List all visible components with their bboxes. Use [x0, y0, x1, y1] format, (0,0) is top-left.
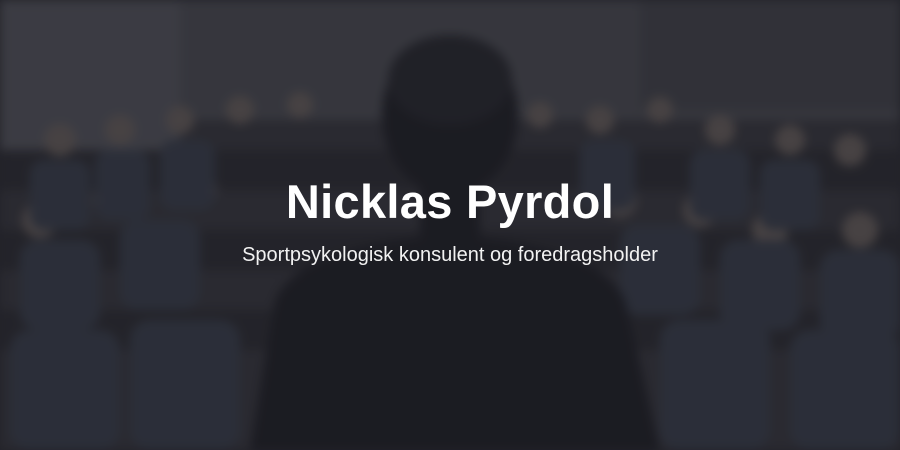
page-subtitle: Sportpsykologisk konsulent og foredragsh…: [242, 244, 658, 266]
hero-banner: Nicklas Pyrdol Sportpsykologisk konsulen…: [0, 0, 900, 450]
page-title: Nicklas Pyrdol: [285, 175, 615, 228]
hero-content: Nicklas Pyrdol Sportpsykologisk konsulen…: [0, 0, 900, 450]
